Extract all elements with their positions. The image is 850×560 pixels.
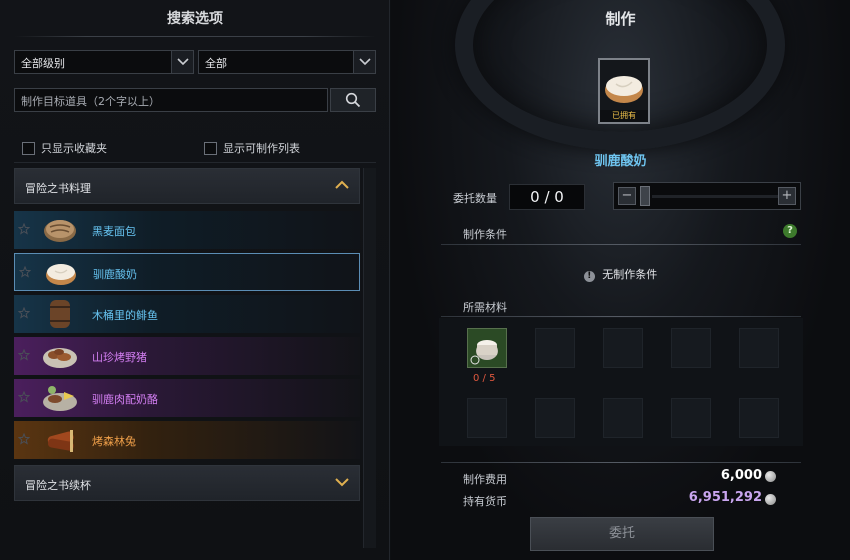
material-slot-empty bbox=[603, 328, 643, 368]
cost-value: 6,000 bbox=[720, 468, 762, 483]
chevron-down-icon bbox=[353, 51, 375, 73]
rye-bread-icon bbox=[44, 220, 76, 242]
roast-boar-icon bbox=[43, 348, 77, 368]
category-title: 冒险之书续杯 bbox=[25, 479, 91, 492]
roast-rabbit-icon bbox=[47, 430, 74, 452]
material-slot-empty bbox=[467, 398, 507, 438]
quantity-field[interactable]: 0 / 0 bbox=[509, 184, 585, 210]
chevron-down-icon bbox=[335, 478, 349, 487]
category-title: 冒险之书料理 bbox=[25, 182, 91, 195]
slider-handle[interactable] bbox=[640, 186, 650, 206]
favorites-only-checkbox[interactable]: 只显示收藏夹 bbox=[22, 140, 107, 156]
recipe-item[interactable]: 黑麦面包 bbox=[14, 211, 360, 249]
condition-label: 制作条件 bbox=[463, 228, 507, 241]
condition-divider bbox=[441, 244, 801, 245]
quantity-label: 委托数量 bbox=[453, 192, 497, 205]
slider-track bbox=[652, 195, 778, 198]
chevron-up-icon bbox=[335, 180, 349, 189]
title-divider bbox=[14, 36, 376, 37]
materials-grid: 0 / 5 bbox=[439, 318, 803, 446]
search-button[interactable] bbox=[330, 88, 376, 112]
recipe-name: 驯鹿肉配奶酪 bbox=[92, 393, 158, 406]
quantity-slider[interactable]: − + bbox=[613, 182, 801, 210]
chevron-down-icon bbox=[171, 51, 193, 73]
decrease-button[interactable]: − bbox=[618, 187, 636, 205]
balance-label: 持有货币 bbox=[463, 495, 507, 508]
search-options-title: 搜索选项 bbox=[167, 11, 223, 27]
product-slot[interactable]: 已拥有 bbox=[598, 58, 650, 124]
checkbox-box bbox=[22, 141, 35, 155]
filter-divider bbox=[14, 162, 376, 163]
owned-tag: 已拥有 bbox=[600, 110, 648, 122]
material-slot-empty bbox=[671, 398, 711, 438]
search-input[interactable]: 制作目标道具（2个字以上） bbox=[14, 88, 328, 112]
material-slot-empty bbox=[535, 398, 575, 438]
favorites-only-label: 只显示收藏夹 bbox=[41, 142, 107, 155]
recipe-name: 烤森林兔 bbox=[92, 435, 136, 448]
recipe-item-selected[interactable]: 驯鹿酸奶 bbox=[14, 253, 360, 291]
yogurt-bowl-icon bbox=[605, 76, 643, 103]
reindeer-cheese-icon bbox=[43, 386, 77, 411]
search-panel: 搜索选项 全部级别 全部 制作目标道具（2个字以上） 只显示收藏夹 显示可制作列… bbox=[0, 0, 390, 560]
star-icon[interactable] bbox=[17, 432, 31, 448]
materials-label: 所需材料 bbox=[463, 301, 507, 314]
recipe-name: 木桶里的鲱鱼 bbox=[92, 309, 158, 322]
commission-button[interactable]: 委托 bbox=[530, 517, 714, 551]
material-count: 0 / 5 bbox=[473, 373, 496, 384]
recipe-name: 山珍烤野猪 bbox=[92, 351, 147, 364]
material-slot-empty bbox=[603, 398, 643, 438]
type-select-value: 全部 bbox=[205, 57, 227, 70]
checkbox-box bbox=[204, 141, 217, 155]
info-icon: ! bbox=[583, 271, 595, 282]
recipe-name: 驯鹿酸奶 bbox=[93, 268, 137, 281]
craftable-only-label: 显示可制作列表 bbox=[223, 142, 300, 155]
grade-select-value: 全部级别 bbox=[21, 57, 65, 70]
craft-panel: 制作 已拥有 驯鹿酸奶 委托数量 0 / 0 − + 制作条件 ? ! 无制作条… bbox=[391, 0, 850, 560]
no-condition-label: 无制作条件 bbox=[602, 268, 658, 281]
recipe-item[interactable]: 木桶里的鲱鱼 bbox=[14, 295, 360, 333]
craftable-only-checkbox[interactable]: 显示可制作列表 bbox=[204, 140, 300, 156]
increase-button[interactable]: + bbox=[778, 187, 796, 205]
balance-value: 6,951,292 bbox=[688, 490, 762, 505]
material-slot-empty bbox=[739, 398, 779, 438]
materials-divider bbox=[441, 316, 801, 317]
recipe-name: 黑麦面包 bbox=[92, 225, 136, 238]
cost-label: 制作费用 bbox=[463, 473, 507, 486]
milk-cup-icon bbox=[470, 340, 498, 365]
product-name: 驯鹿酸奶 bbox=[594, 154, 647, 169]
star-icon[interactable] bbox=[17, 390, 31, 406]
silver-coin-icon bbox=[765, 494, 776, 505]
recipe-item[interactable]: 山珍烤野猪 bbox=[14, 337, 360, 375]
silver-coin-icon bbox=[765, 471, 776, 482]
yogurt-bowl-icon bbox=[46, 264, 76, 285]
star-icon[interactable] bbox=[17, 222, 31, 238]
material-slot[interactable] bbox=[467, 328, 507, 368]
category-header-refill[interactable]: 冒险之书续杯 bbox=[14, 465, 360, 501]
help-icon[interactable]: ? bbox=[783, 224, 797, 238]
recipe-item[interactable]: 驯鹿肉配奶酪 bbox=[14, 379, 360, 417]
star-icon[interactable] bbox=[17, 348, 31, 364]
category-header-cooking[interactable]: 冒险之书料理 bbox=[14, 168, 360, 204]
grade-select[interactable]: 全部级别 bbox=[14, 50, 194, 74]
material-slot-empty bbox=[739, 328, 779, 368]
barrel-icon bbox=[50, 300, 70, 328]
material-slot-empty bbox=[671, 328, 711, 368]
craft-title: 制作 bbox=[605, 10, 636, 28]
search-icon bbox=[345, 92, 361, 108]
star-icon[interactable] bbox=[17, 306, 31, 322]
material-slot-empty bbox=[535, 328, 575, 368]
no-condition-text: ! 无制作条件 bbox=[391, 266, 850, 282]
star-icon[interactable] bbox=[18, 265, 32, 281]
type-select[interactable]: 全部 bbox=[198, 50, 376, 74]
recipe-item[interactable]: 烤森林兔 bbox=[14, 421, 360, 459]
cost-divider bbox=[441, 462, 801, 463]
recipe-list-scrollbar[interactable] bbox=[363, 168, 376, 548]
